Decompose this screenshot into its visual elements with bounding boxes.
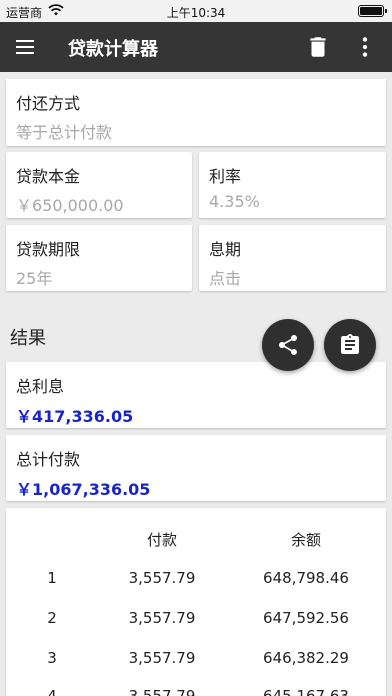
total-interest-value: ￥417,336.05 (16, 407, 134, 426)
total-payment-value: ￥1,067,336.05 (16, 480, 151, 499)
row-number: 1 (47, 569, 57, 587)
trash-icon[interactable] (305, 34, 331, 60)
clock: 上午10:34 (166, 6, 226, 20)
status-bar: 运营商 上午10:34 (0, 0, 392, 22)
row-balance: 646,382.29 (263, 649, 349, 667)
menu-icon[interactable] (14, 36, 38, 58)
row-balance: 648,798.46 (263, 569, 349, 587)
interest-rate-value: 4.35% (209, 192, 260, 211)
row-balance: 647,592.56 (263, 609, 349, 627)
interest-rate-field[interactable]: 利率 4.35% (199, 152, 386, 218)
results-heading: 结果 (10, 328, 46, 349)
repayment-method-field[interactable]: 付还方式 等于总计付款 (6, 79, 386, 146)
more-vertical-icon[interactable] (352, 34, 378, 60)
row-number: 3 (47, 649, 57, 667)
loan-term-label: 贷款期限 (16, 240, 81, 259)
total-interest-card: 总利息 ￥417,336.05 (6, 362, 386, 428)
total-payment-label: 总计付款 (16, 450, 81, 469)
interest-period-label: 息期 (209, 240, 242, 259)
loan-term-field[interactable]: 贷款期限 25年 (6, 225, 192, 291)
battery-icon (358, 5, 387, 17)
row-payment: 3,557.79 (128, 569, 196, 587)
schedule-table: 付款 余额 1 3,557.79 648,798.46 2 3,557.79 6… (6, 508, 386, 696)
interest-period-field[interactable]: 息期 点击 (199, 225, 386, 291)
interest-rate-label: 利率 (209, 167, 242, 186)
total-payment-card: 总计付款 ￥1,067,336.05 (6, 435, 386, 501)
loan-term-value: 25年 (16, 269, 53, 288)
interest-period-value: 点击 (209, 269, 242, 288)
principal-label: 贷款本金 (16, 167, 81, 186)
principal-value: ￥650,000.00 (16, 196, 124, 215)
share-button[interactable] (262, 319, 314, 371)
row-payment: 3,557.79 (128, 609, 196, 627)
column-header-balance: 余额 (290, 531, 321, 549)
total-interest-label: 总利息 (16, 377, 65, 396)
principal-field[interactable]: 贷款本金 ￥650,000.00 (6, 152, 192, 218)
copy-button[interactable] (324, 319, 376, 371)
row-payment: 3,557.79 (128, 687, 196, 696)
row-number: 2 (47, 609, 57, 627)
column-header-payment: 付款 (146, 531, 177, 549)
row-balance: 645,167.63 (263, 687, 349, 696)
clipboard-icon (341, 334, 359, 354)
page-title: 贷款计算器 (68, 39, 158, 60)
repayment-method-value: 等于总计付款 (16, 123, 113, 142)
share-icon (279, 335, 297, 355)
row-number: 4 (47, 687, 57, 696)
repayment-method-label: 付还方式 (16, 94, 81, 113)
app-bar: 贷款计算器 (0, 22, 392, 72)
row-payment: 3,557.79 (128, 649, 196, 667)
